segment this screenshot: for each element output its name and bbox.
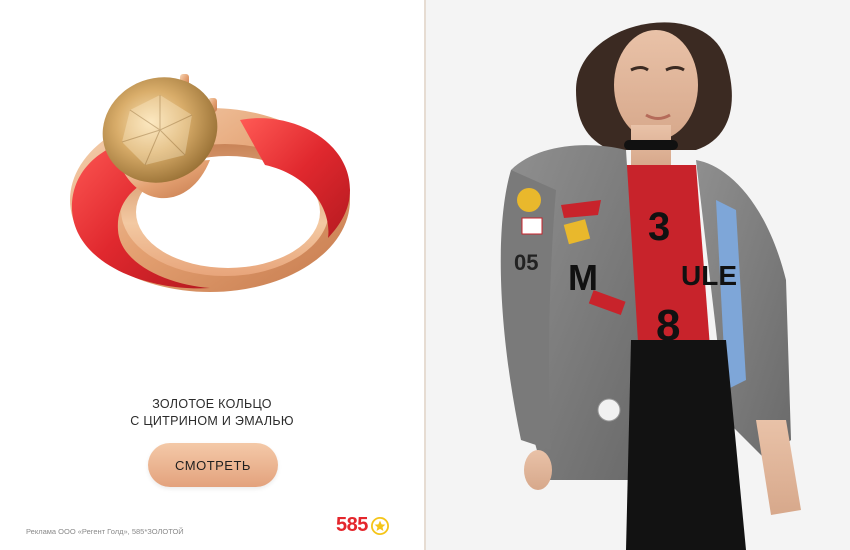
svg-text:05: 05 (514, 250, 538, 275)
ring-image (70, 74, 350, 292)
ad-banner[interactable]: ЗОЛОТОЕ КОЛЬЦО С ЦИТРИНОМ И ЭМАЛЬЮ СМОТР… (0, 0, 850, 550)
logo-text: 585 (336, 514, 368, 536)
legal-disclaimer: Реклама ООО «Регент Голд», 585*ЗОЛОТОЙ (26, 527, 184, 536)
brand-logo[interactable]: 585 (336, 514, 389, 537)
product-title-line2: С ЦИТРИНОМ И ЭМАЛЬЮ (130, 414, 294, 428)
product-panel: ЗОЛОТОЕ КОЛЬЦО С ЦИТРИНОМ И ЭМАЛЬЮ СМОТР… (0, 0, 424, 550)
model-photo-panel: 3 8 05 M ULE (426, 0, 850, 550)
view-button[interactable]: СМОТРЕТЬ (148, 443, 278, 487)
svg-text:3: 3 (648, 205, 670, 249)
svg-text:ULE: ULE (681, 260, 737, 291)
product-title-line1: ЗОЛОТОЕ КОЛЬЦО (152, 397, 272, 411)
star-icon (370, 516, 389, 535)
model-photo: 3 8 05 M ULE (500, 22, 801, 550)
